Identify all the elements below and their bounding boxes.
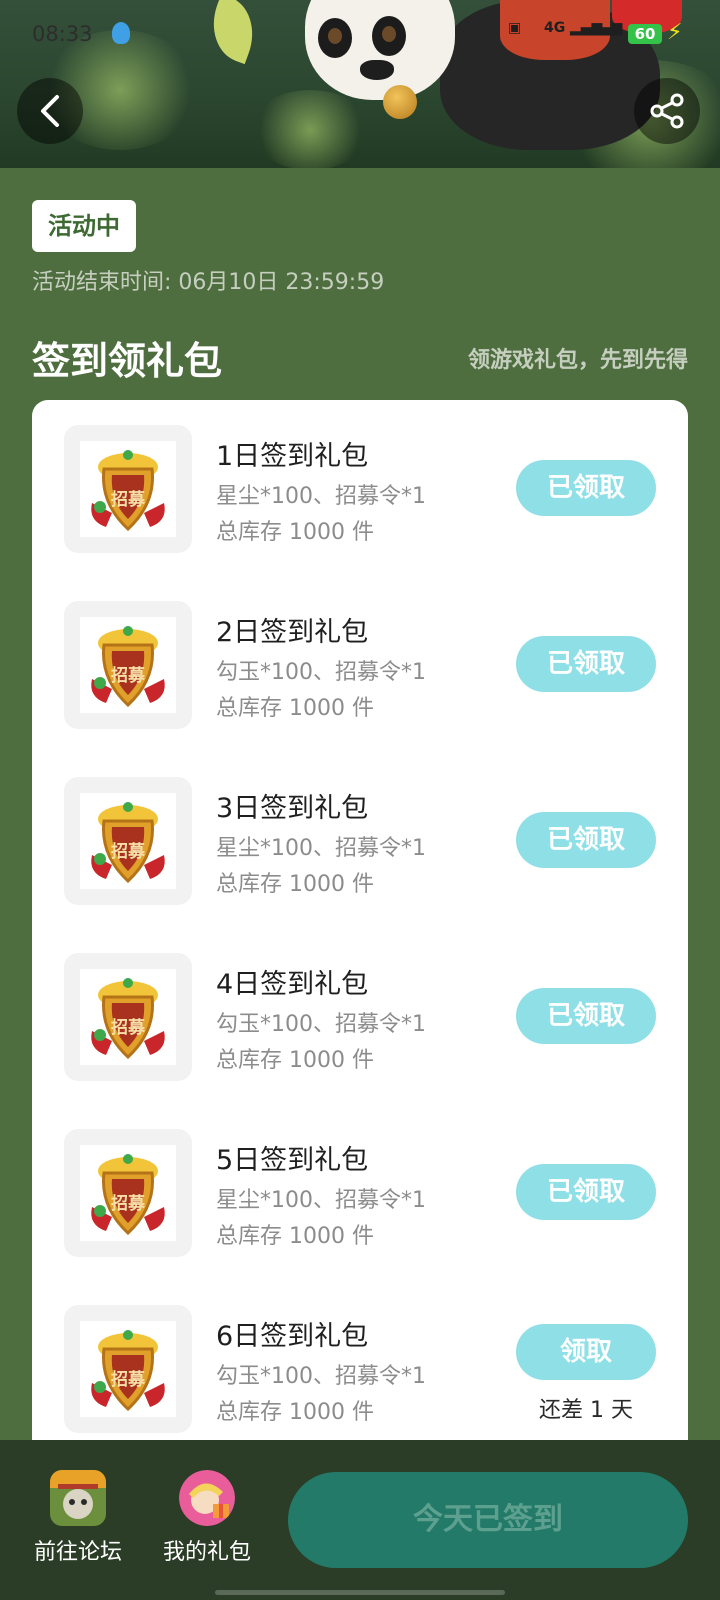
gift-avatar-icon bbox=[179, 1470, 235, 1526]
gift-thumbnail: 招募 bbox=[64, 1129, 192, 1257]
home-indicator bbox=[215, 1590, 505, 1595]
recruit-token-icon: 招募 bbox=[91, 450, 165, 532]
chevron-left-icon bbox=[41, 95, 59, 127]
gift-row: 招募 1日签到礼包星尘*100、招募令*1 总库存 1000 件 已领取 bbox=[32, 400, 688, 576]
claimed-gift-button[interactable]: 已领取 bbox=[516, 988, 656, 1044]
gift-content: 勾玉*100、招募令*1 bbox=[216, 1364, 426, 1389]
gift-row: 招募 4日签到礼包勾玉*100、招募令*1 总库存 1000 件 已领取 bbox=[32, 928, 688, 1104]
claimed-gift-button[interactable]: 已领取 bbox=[516, 460, 656, 516]
gift-row: 招募 6日签到礼包勾玉*100、招募令*1 总库存 1000 件 领取还差 1 天 bbox=[32, 1280, 688, 1440]
my-gifts-button[interactable]: 我的礼包 bbox=[152, 1470, 262, 1566]
claimed-gift-button[interactable]: 已领取 bbox=[516, 1164, 656, 1220]
claimed-gift-button[interactable]: 已领取 bbox=[516, 636, 656, 692]
recruit-token-icon: 招募 bbox=[91, 1330, 165, 1412]
claim-gift-button[interactable]: 领取 bbox=[516, 1324, 656, 1380]
recruit-token-text: 招募 bbox=[111, 489, 146, 510]
section-subtitle: 领游戏礼包，先到先得 bbox=[467, 348, 688, 373]
gift-list: 招募 1日签到礼包 星尘*100、招募令*1 总库存 1000 件已领取 招募 2日签到礼… bbox=[32, 400, 688, 1440]
signal-2-icon: ▂▄▆ bbox=[590, 20, 623, 36]
forum-button[interactable]: 前往论坛 bbox=[23, 1470, 133, 1566]
my-gifts-label: 我的礼包 bbox=[162, 1540, 251, 1565]
recruit-token-icon: 招募 bbox=[91, 626, 165, 708]
activity-end-time: 活动结束时间: 06月10日 23:59:59 bbox=[32, 270, 385, 295]
gift-row: 招募 3日签到礼包星尘*100、招募令*1 总库存 1000 件 已领取 bbox=[32, 752, 688, 928]
recruit-token-icon: 招募 bbox=[91, 802, 165, 884]
gift-stock: 总库存 1000 件 bbox=[216, 1048, 374, 1073]
gift-stock: 总库存 1000 件 bbox=[216, 1224, 374, 1249]
bottom-bar: 前往论坛 我的礼包 今天已签到 bbox=[0, 1440, 720, 1600]
recruit-token-text: 招募 bbox=[111, 665, 146, 686]
gift-stock: 总库存 1000 件 bbox=[216, 872, 374, 897]
recruit-token-text: 招募 bbox=[111, 841, 146, 862]
gift-thumbnail: 招募 bbox=[64, 601, 192, 729]
gift-name: 2日签到礼包 bbox=[216, 617, 369, 648]
gift-stock: 总库存 1000 件 bbox=[216, 1400, 374, 1425]
status-time: 08:33 bbox=[32, 22, 93, 46]
battery-icon: 60 bbox=[628, 24, 662, 44]
nfc-icon: ▣ bbox=[508, 20, 522, 36]
signin-button[interactable]: 今天已签到 bbox=[288, 1472, 688, 1568]
gift-row: 招募 5日签到礼包星尘*100、招募令*1 总库存 1000 件 已领取 bbox=[32, 1104, 688, 1280]
gift-content: 星尘*100、招募令*1 bbox=[216, 836, 426, 861]
share-button[interactable] bbox=[634, 78, 700, 144]
gift-name: 5日签到礼包 bbox=[216, 1145, 369, 1176]
activity-status-badge: 活动中 bbox=[32, 200, 136, 252]
gift-stock: 总库存 1000 件 bbox=[216, 520, 374, 545]
back-button[interactable] bbox=[17, 78, 83, 144]
charging-icon: ⚡ bbox=[667, 20, 683, 45]
recruit-token-icon: 招募 bbox=[91, 978, 165, 1060]
gift-name: 4日签到礼包 bbox=[216, 969, 369, 1000]
recruit-token-text: 招募 bbox=[111, 1369, 146, 1390]
gift-thumbnail: 招募 bbox=[64, 1305, 192, 1433]
qq-notification-icon bbox=[112, 22, 130, 44]
gift-content: 勾玉*100、招募令*1 bbox=[216, 660, 426, 685]
recruit-token-text: 招募 bbox=[111, 1017, 146, 1038]
recruit-token-icon: 招募 bbox=[91, 1154, 165, 1236]
gift-name: 6日签到礼包 bbox=[216, 1321, 369, 1352]
network-type-label: 4G bbox=[544, 20, 566, 36]
gift-thumbnail: 招募 bbox=[64, 777, 192, 905]
recruit-token-text: 招募 bbox=[111, 1193, 146, 1214]
game-forum-icon bbox=[50, 1470, 106, 1526]
forum-label: 前往论坛 bbox=[33, 1540, 122, 1565]
gift-content: 星尘*100、招募令*1 bbox=[216, 484, 426, 509]
status-bar: 08:33 ▣ 4G ▂▄▆ ▂▄▆ 60 ⚡ bbox=[0, 0, 720, 70]
gift-thumbnail: 招募 bbox=[64, 953, 192, 1081]
days-remaining-note: 还差 1 天 bbox=[539, 1398, 633, 1423]
section-title: 签到领礼包 bbox=[32, 339, 223, 383]
gift-name: 1日签到礼包 bbox=[216, 441, 369, 472]
gift-stock: 总库存 1000 件 bbox=[216, 696, 374, 721]
gift-content: 勾玉*100、招募令*1 bbox=[216, 1012, 426, 1037]
gift-content: 星尘*100、招募令*1 bbox=[216, 1188, 426, 1213]
gift-row: 招募 2日签到礼包勾玉*100、招募令*1 总库存 1000 件 已领取 bbox=[32, 576, 688, 752]
gift-name: 3日签到礼包 bbox=[216, 793, 369, 824]
share-icon bbox=[650, 93, 684, 129]
claimed-gift-button[interactable]: 已领取 bbox=[516, 812, 656, 868]
gift-thumbnail: 招募 bbox=[64, 425, 192, 553]
